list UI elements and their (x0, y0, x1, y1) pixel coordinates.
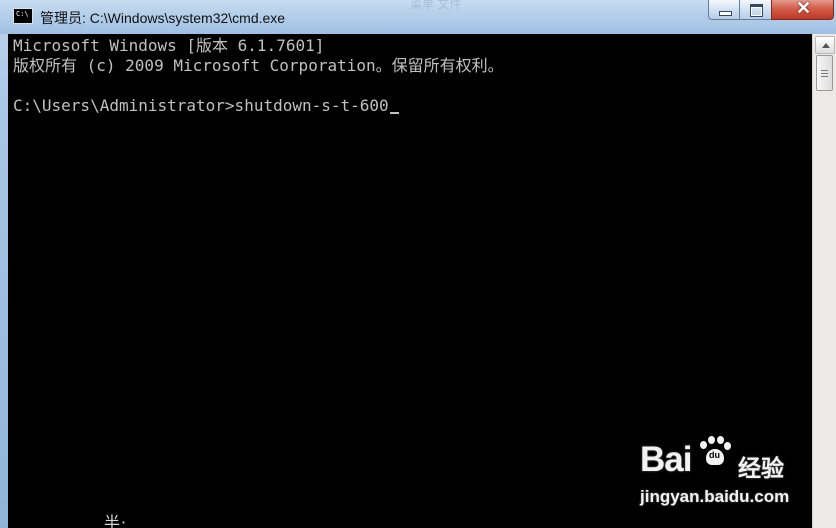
minimize-icon (719, 11, 732, 16)
scroll-up-button[interactable] (815, 36, 835, 54)
paw-pad (706, 449, 724, 465)
command-line[interactable]: C:\Users\Administrator>shutdown-s-t-600 (13, 96, 399, 116)
window-title: 管理员: C:\Windows\system32\cmd.exe (40, 10, 286, 26)
paw-toe (700, 441, 707, 449)
vertical-scrollbar[interactable] (812, 34, 836, 528)
console-version-line: Microsoft Windows [版本 6.1.7601] (13, 36, 325, 55)
paw-toe (724, 442, 731, 450)
grip-icon (821, 76, 828, 77)
maximize-icon (750, 4, 763, 17)
command-text: C:\Users\Administrator>shutdown-s-t-600 (13, 96, 389, 115)
paw-toe (717, 436, 724, 444)
baidu-paw-icon (696, 436, 731, 466)
close-button[interactable]: ✕ (771, 0, 834, 20)
maximize-button[interactable] (739, 0, 772, 20)
minimize-button[interactable] (708, 0, 740, 20)
grip-icon (821, 70, 828, 71)
watermark-product: 经验 (738, 455, 784, 481)
watermark-brand: Bai (640, 440, 692, 479)
grip-icon (821, 73, 828, 74)
background-window-hint: 菜单 文件 (410, 0, 462, 11)
baidu-jingyan-watermark: Bai 经验 jingyan.baidu.com (640, 436, 800, 508)
cmd-icon[interactable] (13, 8, 33, 24)
console-copyright-line: 版权所有 (c) 2009 Microsoft Corporation。保留所有… (13, 56, 504, 75)
close-icon: ✕ (796, 0, 812, 18)
bottom-text-fragment: 半· (104, 513, 128, 528)
watermark-url: jingyan.baidu.com (640, 487, 790, 506)
command-prompt-window: 管理员: C:\Windows\system32\cmd.exe 菜单 文件 ✕… (0, 0, 836, 528)
title-bar[interactable]: 管理员: C:\Windows\system32\cmd.exe 菜单 文件 ✕ (0, 0, 836, 34)
window-controls: ✕ (708, 0, 834, 20)
text-cursor (389, 112, 399, 114)
scroll-thumb[interactable] (816, 55, 833, 91)
paw-toe (708, 436, 715, 444)
